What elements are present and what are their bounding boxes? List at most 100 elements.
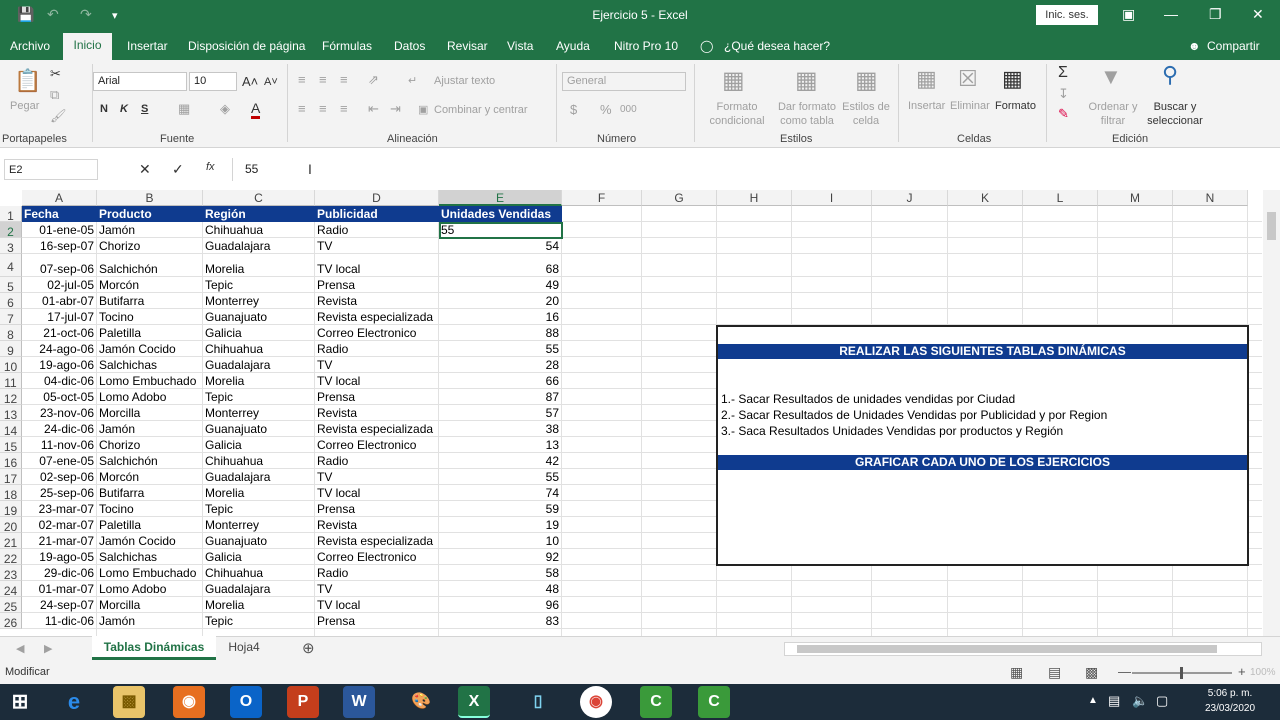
table-cell[interactable]: Lomo Embuchado bbox=[99, 565, 200, 581]
table-cell[interactable]: TV local bbox=[317, 485, 436, 501]
sheet-tab-tablas[interactable]: Tablas Dinámicas bbox=[92, 636, 216, 660]
italic-button[interactable]: K bbox=[120, 103, 128, 115]
table-cell[interactable]: Galicia bbox=[205, 437, 312, 453]
horizontal-scrollbar[interactable] bbox=[784, 642, 1262, 656]
table-cell[interactable]: Correo Electronico bbox=[317, 325, 436, 341]
table-cell[interactable]: Correo Electronico bbox=[317, 437, 436, 453]
zoom-level[interactable]: 100% bbox=[1250, 667, 1276, 678]
table-cell[interactable]: Monterrey bbox=[205, 517, 312, 533]
table-cell[interactable]: 07-ene-05 bbox=[24, 453, 94, 469]
table-cell[interactable]: Morcón bbox=[99, 469, 200, 485]
restore-icon[interactable]: ❐ bbox=[1209, 6, 1222, 23]
table-cell[interactable]: 25-sep-06 bbox=[24, 485, 94, 501]
camtasia-recorder-icon[interactable]: C bbox=[698, 686, 730, 718]
table-cell[interactable]: 58 bbox=[441, 565, 559, 581]
table-cell[interactable]: Lomo Adobo bbox=[99, 581, 200, 597]
table-cell[interactable]: 11-nov-06 bbox=[24, 437, 94, 453]
merge-icon[interactable]: ▣ bbox=[418, 103, 428, 116]
number-format-select[interactable]: General bbox=[562, 72, 686, 91]
table-cell[interactable]: TV bbox=[317, 469, 436, 485]
table-cell[interactable]: Galicia bbox=[205, 325, 312, 341]
table-cell[interactable]: 24-dic-06 bbox=[24, 421, 94, 437]
table-cell[interactable]: Salchichón bbox=[99, 453, 200, 469]
table-cell[interactable]: 92 bbox=[441, 549, 559, 565]
table-cell[interactable]: Prensa bbox=[317, 277, 436, 293]
table-cell[interactable]: Jamón bbox=[99, 222, 200, 238]
table-cell[interactable]: 01-ene-05 bbox=[24, 222, 94, 238]
table-cell[interactable]: 21-oct-06 bbox=[24, 325, 94, 341]
table-cell[interactable]: Tepic bbox=[205, 501, 312, 517]
wrap-text-button[interactable]: Ajustar texto bbox=[434, 75, 495, 87]
table-cell[interactable]: Galicia bbox=[205, 549, 312, 565]
delete-cells-button[interactable]: Eliminar bbox=[950, 100, 990, 112]
row-header[interactable]: 19 bbox=[0, 501, 22, 518]
table-cell[interactable]: 48 bbox=[441, 581, 559, 597]
increase-indent-icon[interactable]: ⇥ bbox=[390, 101, 401, 117]
table-cell[interactable]: Revista bbox=[317, 405, 436, 421]
table-cell[interactable]: TV bbox=[317, 357, 436, 373]
align-center-icon[interactable]: ≡ bbox=[319, 101, 327, 116]
table-cell[interactable]: 21-mar-07 bbox=[24, 533, 94, 549]
table-cell[interactable]: 04-dic-06 bbox=[24, 373, 94, 389]
table-cell[interactable]: Paletilla bbox=[99, 517, 200, 533]
table-cell[interactable]: Chihuahua bbox=[205, 453, 312, 469]
format-cells-button[interactable]: Formato bbox=[995, 100, 1036, 112]
table-cell[interactable]: 01-abr-07 bbox=[24, 293, 94, 309]
table-cell[interactable]: 02-sep-06 bbox=[24, 469, 94, 485]
table-cell[interactable]: Morelia bbox=[205, 261, 312, 277]
row-header[interactable]: 22 bbox=[0, 549, 22, 566]
zoom-out-icon[interactable]: — bbox=[1118, 664, 1131, 679]
table-cell[interactable]: Guadalajara bbox=[205, 357, 312, 373]
name-box[interactable]: E2 bbox=[4, 159, 98, 180]
table-cell[interactable]: Revista especializada bbox=[317, 533, 436, 549]
paste-label[interactable]: Pegar bbox=[10, 100, 39, 112]
table-cell[interactable]: 20 bbox=[441, 293, 559, 309]
decrease-font-icon[interactable]: A˅ bbox=[264, 76, 278, 88]
table-cell[interactable]: 28 bbox=[441, 357, 559, 373]
table-cell[interactable]: Chorizo bbox=[99, 238, 200, 254]
tab-disposicion[interactable]: Disposición de página bbox=[188, 39, 305, 53]
table-cell[interactable]: 23-nov-06 bbox=[24, 405, 94, 421]
table-cell[interactable]: 10 bbox=[441, 533, 559, 549]
row-header[interactable]: 4 bbox=[0, 254, 22, 277]
table-cell[interactable]: 23-mar-07 bbox=[24, 501, 94, 517]
sheet-tab-hoja4[interactable]: Hoja4 bbox=[219, 640, 269, 654]
table-cell[interactable]: Chorizo bbox=[99, 437, 200, 453]
bold-button[interactable]: N bbox=[100, 103, 108, 115]
table-cell[interactable]: Jamón Cocido bbox=[99, 533, 200, 549]
align-left-icon[interactable]: ≡ bbox=[298, 101, 306, 116]
chrome-icon[interactable]: ◉ bbox=[580, 686, 612, 718]
cell-styles-button[interactable]: Estilos de celda bbox=[842, 100, 890, 128]
currency-button[interactable]: $ bbox=[570, 102, 577, 117]
table-cell[interactable]: Revista bbox=[317, 293, 436, 309]
format-painter-icon[interactable]: 🖌 bbox=[50, 108, 67, 124]
align-top-icon[interactable]: ≡ bbox=[298, 72, 306, 87]
table-cell[interactable]: Morcilla bbox=[99, 405, 200, 421]
underline-button[interactable]: S bbox=[141, 103, 148, 115]
table-cell[interactable]: Guadalajara bbox=[205, 238, 312, 254]
tab-inicio[interactable]: Inicio bbox=[63, 33, 112, 60]
row-header[interactable]: 20 bbox=[0, 517, 22, 534]
cell-styles-icon[interactable]: ▦ bbox=[855, 66, 878, 95]
table-cell[interactable]: Guadalajara bbox=[205, 581, 312, 597]
table-cell[interactable]: Guanajuato bbox=[205, 421, 312, 437]
table-cell[interactable]: Tepic bbox=[205, 613, 312, 629]
notes-app-icon[interactable]: ▯ bbox=[522, 686, 554, 718]
ribbon-display-options-icon[interactable]: ▣ bbox=[1122, 6, 1135, 23]
row-header[interactable]: 5 bbox=[0, 277, 22, 294]
decrease-indent-icon[interactable]: ⇤ bbox=[368, 101, 379, 117]
table-cell[interactable]: 59 bbox=[441, 501, 559, 517]
tab-nitro[interactable]: Nitro Pro 10 bbox=[614, 39, 678, 53]
formula-input[interactable]: 55 bbox=[232, 158, 1262, 181]
excel-icon[interactable]: X bbox=[458, 686, 490, 718]
column-header-C[interactable]: C bbox=[203, 190, 315, 206]
conditional-format-button[interactable]: Formato condicional bbox=[700, 100, 774, 128]
table-cell[interactable]: 49 bbox=[441, 277, 559, 293]
column-header-M[interactable]: M bbox=[1098, 190, 1173, 206]
row-header[interactable]: 17 bbox=[0, 469, 22, 486]
align-middle-icon[interactable]: ≡ bbox=[319, 72, 327, 87]
fill-icon[interactable]: ↧ bbox=[1058, 86, 1069, 102]
table-cell[interactable]: 38 bbox=[441, 421, 559, 437]
close-icon[interactable]: ✕ bbox=[1252, 6, 1264, 23]
clear-icon[interactable]: ✎ bbox=[1058, 106, 1069, 122]
